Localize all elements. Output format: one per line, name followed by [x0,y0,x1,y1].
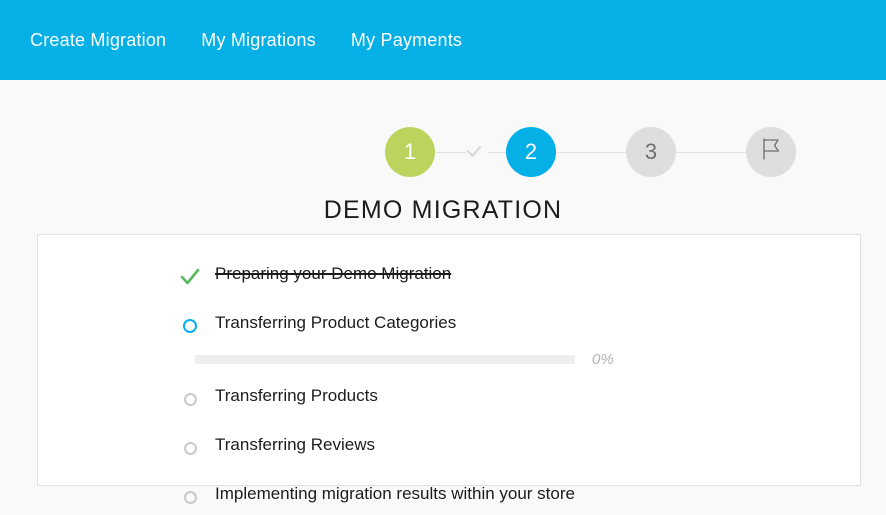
list-item: Transferring Products [179,385,614,417]
nav-item-create-migration[interactable]: Create Migration [30,30,166,51]
list-item: Transferring Product Categories [179,312,614,344]
stepper-step-3-label: 3 [644,139,658,164]
check-icon [179,266,201,288]
top-navigation-bar: Create Migration My Migrations My Paymen… [0,0,886,80]
task-progress: 0% [195,351,614,368]
task-label: Transferring Reviews [215,435,375,454]
page-title: DEMO MIGRATION [323,196,563,224]
progress-percent-label: 0% [592,351,614,368]
list-item: Transferring Reviews [179,434,614,466]
stepper-step-3[interactable]: 3 [626,127,676,177]
stepper-step-2[interactable]: 2 [506,127,556,177]
migration-stepper: 1 2 3 [0,99,886,177]
stepper-step-finish[interactable] [746,127,796,177]
task-label: Transferring Products [215,386,378,405]
circle-icon [179,388,201,410]
stepper-step-1-label: 1 [403,139,417,164]
stepper-connector-2 [556,152,626,153]
circle-icon [179,437,201,459]
circle-icon [179,315,201,337]
stepper-step-2-label: 2 [524,139,538,164]
stepper-connector-1b [488,152,506,153]
progress-bar-track [195,355,575,364]
task-label: Transferring Product Categories [215,313,457,332]
circle-icon [179,486,201,508]
flag-icon [756,134,786,170]
task-label: Implementing migration results within yo… [215,484,575,503]
stepper-connector-1a [436,152,466,153]
check-icon [464,140,484,164]
nav-item-my-migrations[interactable]: My Migrations [201,30,316,51]
migration-progress-card: Preparing your Demo Migration Transferri… [37,234,861,504]
list-item: Preparing your Demo Migration [179,263,614,295]
list-item: Implementing migration results within yo… [179,483,614,515]
task-label: Preparing your Demo Migration [215,264,452,283]
nav-item-my-payments[interactable]: My Payments [351,30,462,51]
stepper-step-1[interactable]: 1 [385,127,435,177]
stepper-connector-3 [676,152,746,153]
migration-task-list: Preparing your Demo Migration Transferri… [179,263,614,515]
